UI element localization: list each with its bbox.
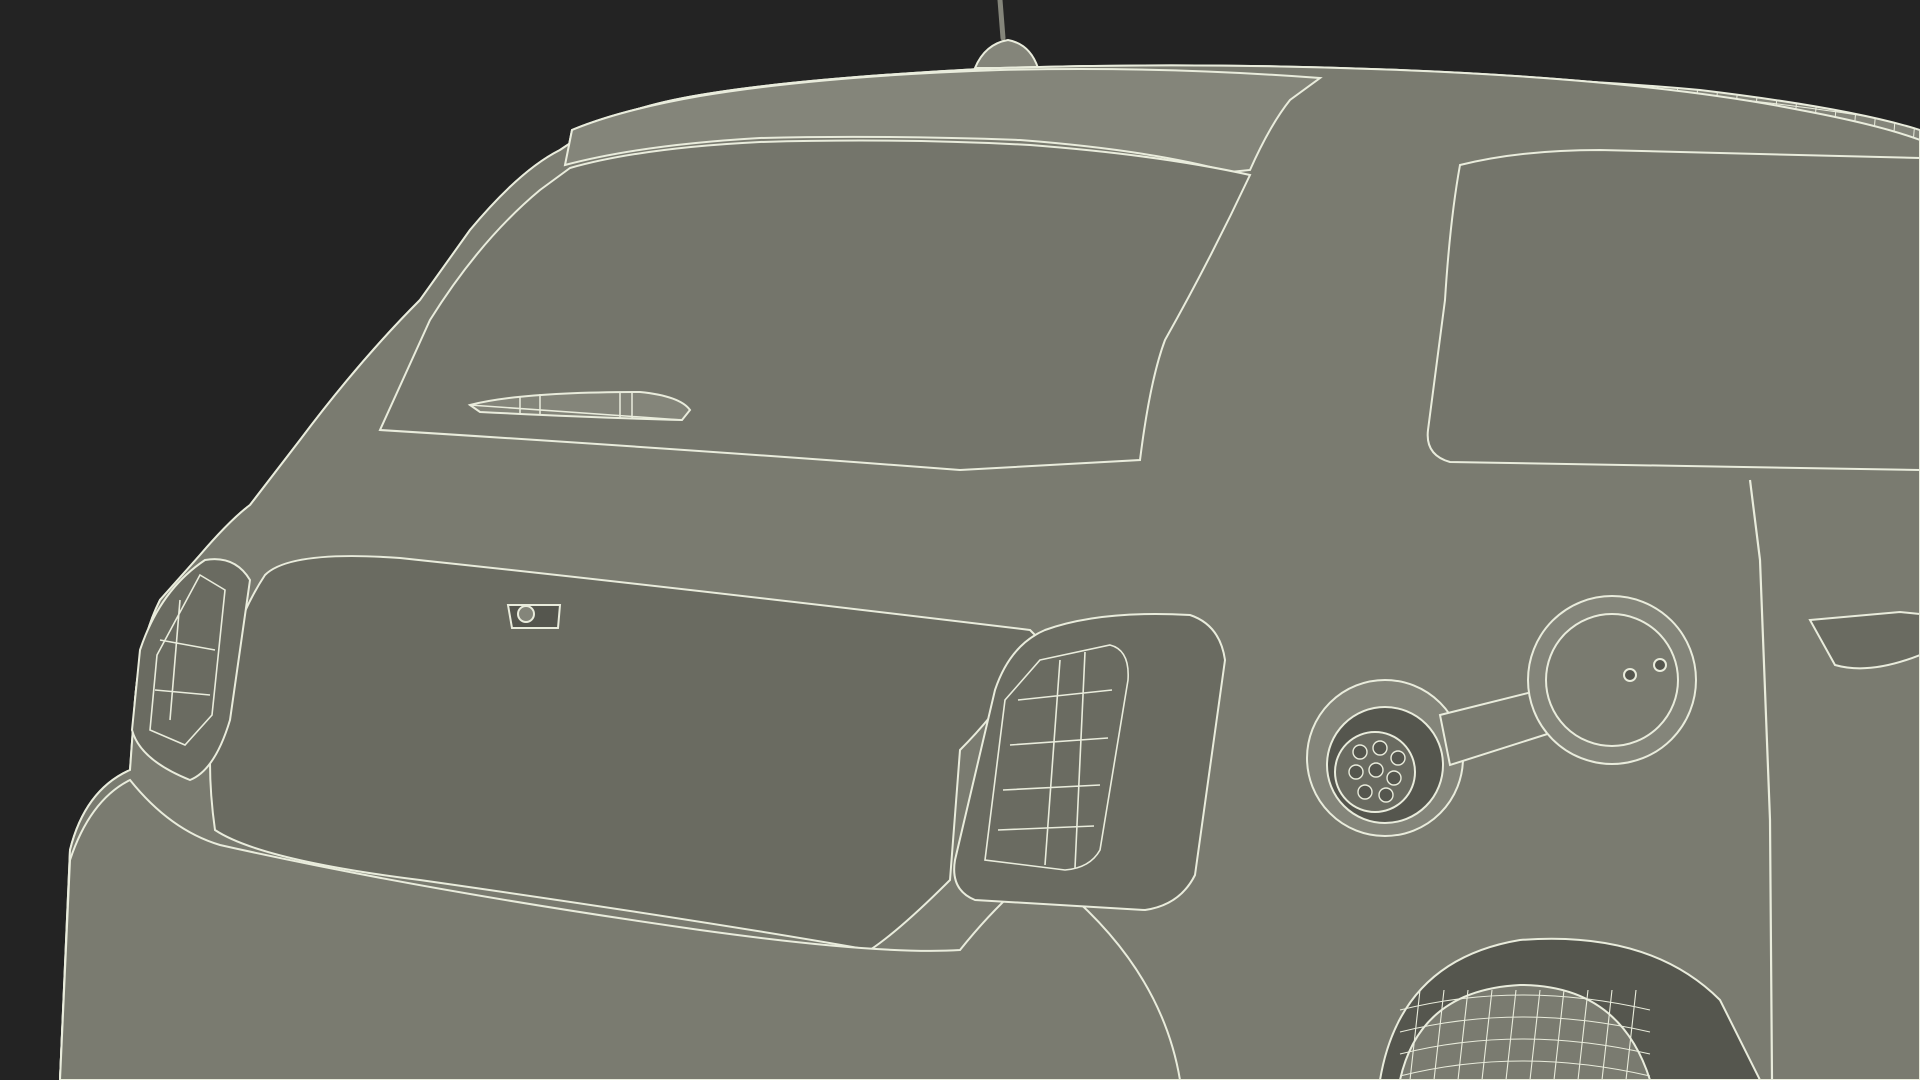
charging-pin	[1357, 784, 1373, 800]
car-wireframe-svg	[0, 0, 1920, 1080]
charging-port	[1306, 679, 1464, 837]
charging-pin	[1378, 787, 1394, 803]
charging-pin	[1352, 744, 1368, 760]
rear-badge	[506, 604, 562, 629]
wireframe-car-render	[0, 0, 1920, 1080]
charging-pin	[1348, 764, 1364, 780]
charging-pin	[1390, 750, 1406, 766]
charging-pin	[1372, 740, 1388, 756]
charging-pin	[1368, 762, 1384, 778]
charging-pin	[1386, 770, 1402, 786]
